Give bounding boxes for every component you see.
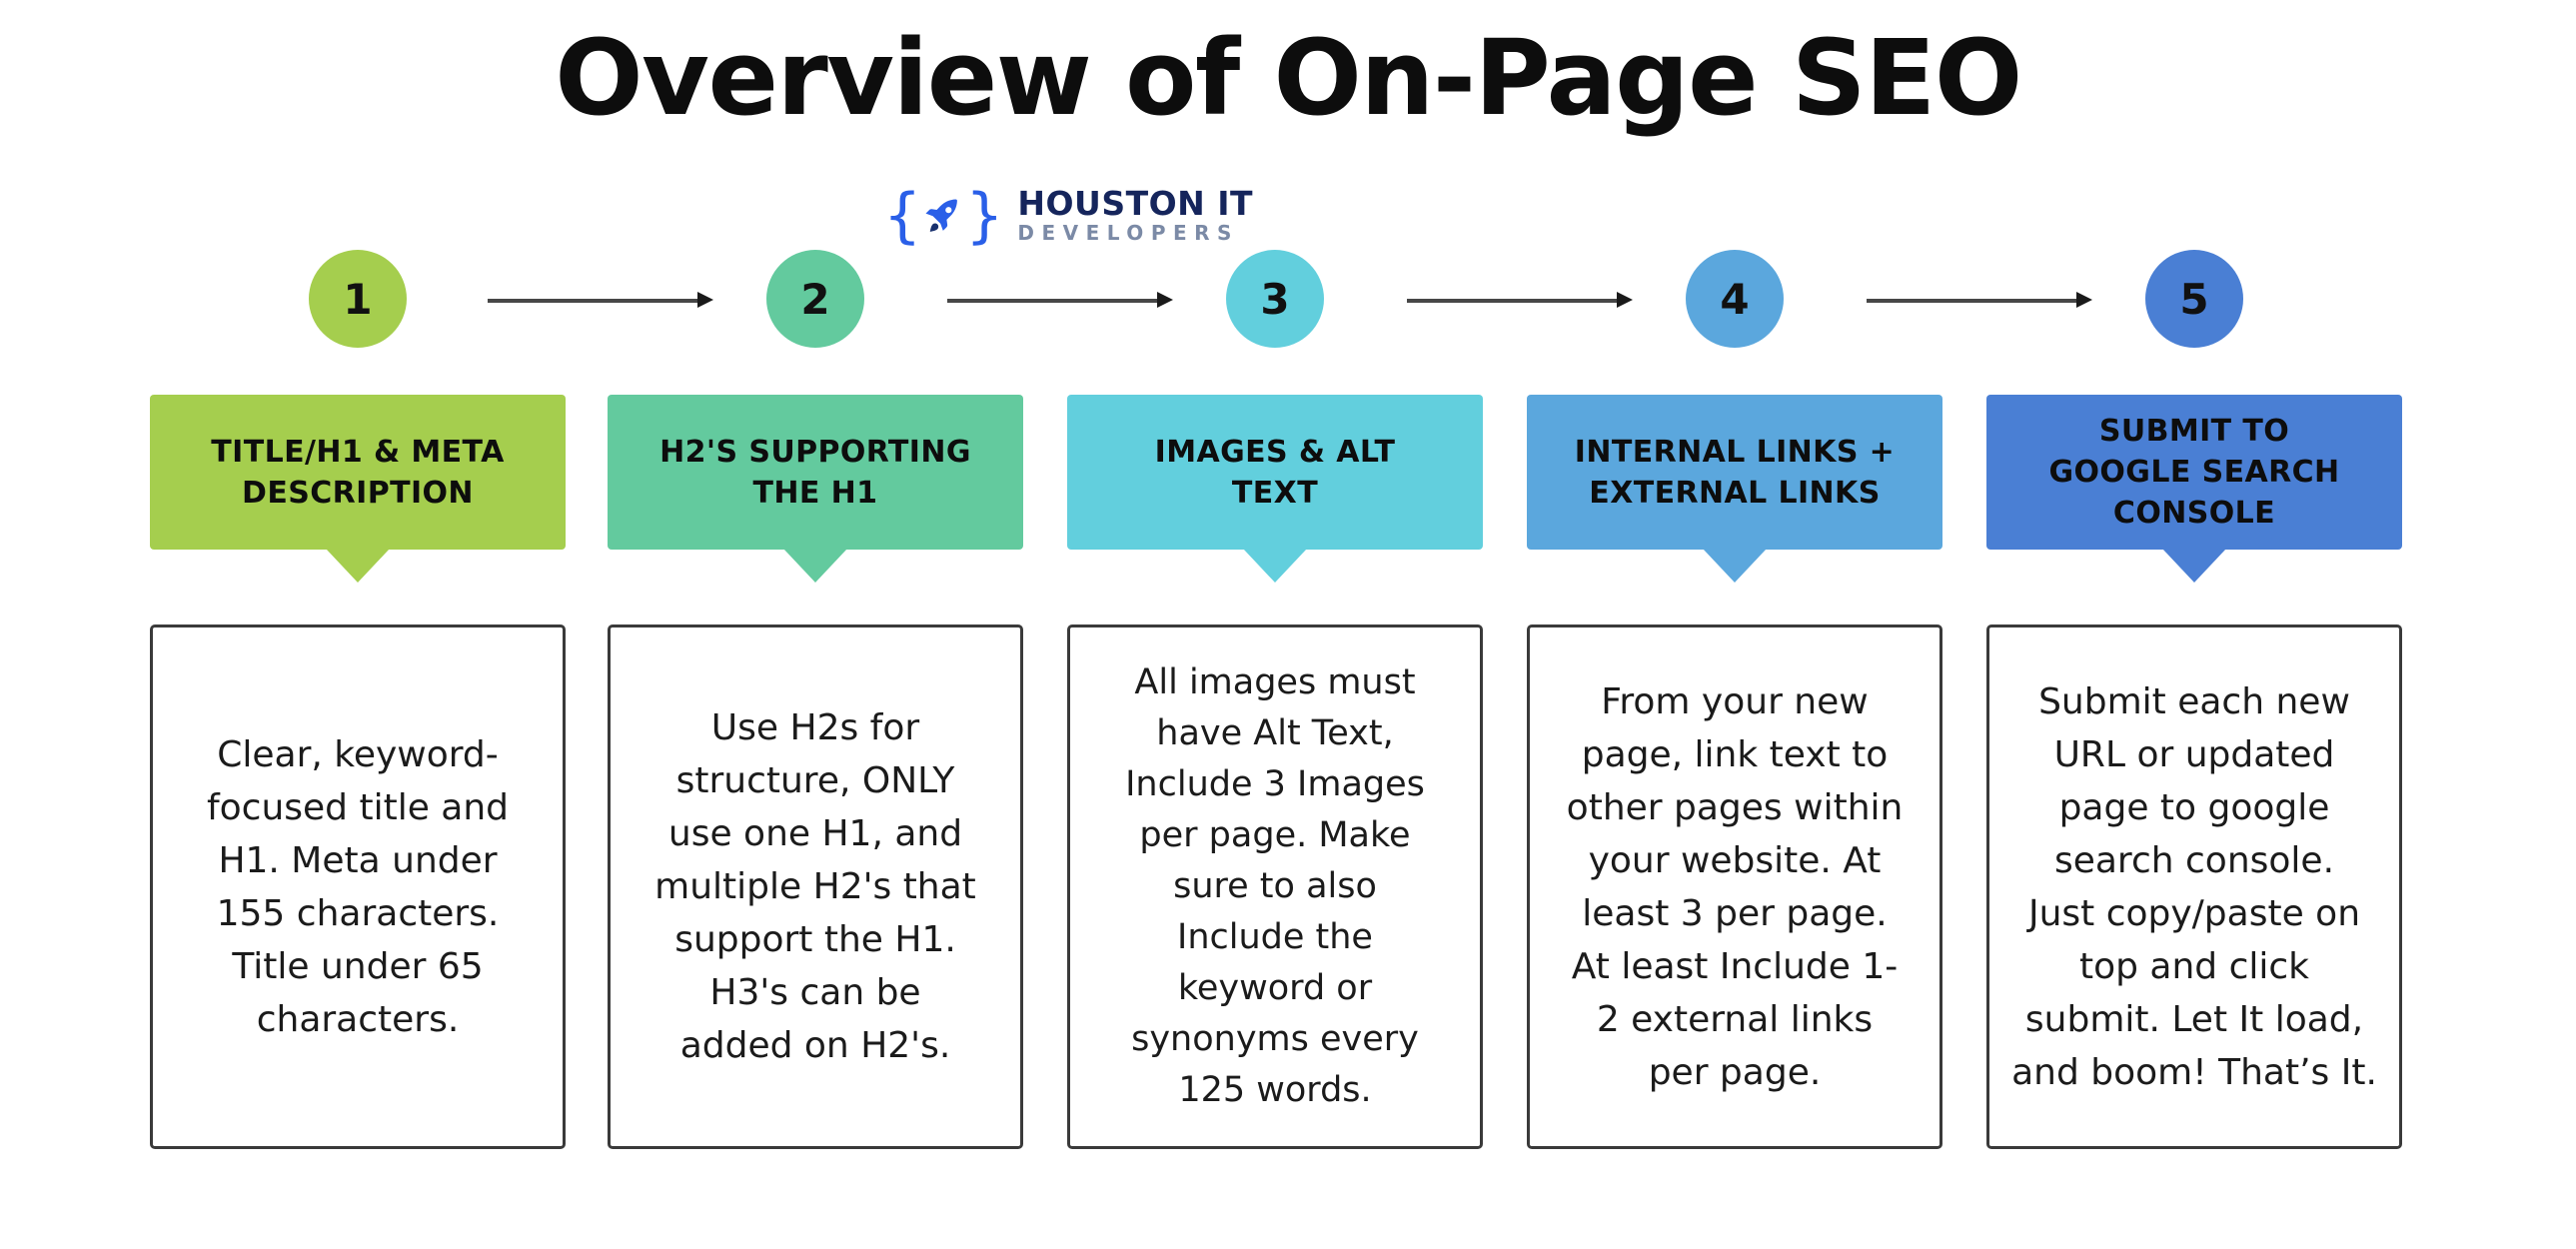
step-card-1: Clear, keyword- focused title and H1. Me… bbox=[150, 624, 566, 1149]
step-number-5: 5 bbox=[2179, 274, 2209, 324]
infographic-canvas: Overview of On-Page SEO { } HOUSTON IT D… bbox=[0, 0, 2576, 1249]
step-circle-4[interactable]: 4 bbox=[1686, 250, 1784, 348]
step-banner-label-3: IMAGES & ALT TEXT bbox=[1154, 434, 1396, 511]
brand-logo: { } HOUSTON IT DEVELOPERS bbox=[883, 180, 1253, 252]
step-banner-2[interactable]: H2'S SUPPORTING THE H1 bbox=[608, 395, 1023, 550]
step-card-text-3: All images must have Alt Text, Include 3… bbox=[1125, 662, 1425, 1110]
step-banner-1[interactable]: TITLE/H1 & META DESCRIPTION bbox=[150, 395, 566, 550]
arrow-4-to-5 bbox=[1867, 292, 2092, 308]
step-banner-label-2: H2'S SUPPORTING THE H1 bbox=[659, 434, 971, 511]
step-banner-tail-5 bbox=[2162, 549, 2226, 583]
arrow-line bbox=[947, 299, 1159, 303]
step-banner-4[interactable]: INTERNAL LINKS + EXTERNAL LINKS bbox=[1527, 395, 1942, 550]
step-banner-tail-1 bbox=[326, 549, 390, 583]
arrow-line bbox=[1407, 299, 1619, 303]
arrow-head-icon bbox=[1617, 292, 1633, 308]
page-title: Overview of On-Page SEO bbox=[555, 17, 2022, 139]
arrow-2-to-3 bbox=[947, 292, 1173, 308]
step-banner-tail-4 bbox=[1703, 549, 1767, 583]
step-banner-tail-2 bbox=[783, 549, 847, 583]
arrow-line bbox=[488, 299, 699, 303]
step-number-1: 1 bbox=[343, 274, 373, 324]
step-card-text-4: From your new page, link text to other p… bbox=[1566, 680, 1904, 1093]
step-circle-2[interactable]: 2 bbox=[766, 250, 864, 348]
brace-close-icon: } bbox=[965, 181, 1004, 251]
step-card-3: All images must have Alt Text, Include 3… bbox=[1067, 624, 1483, 1149]
step-circle-1[interactable]: 1 bbox=[309, 250, 407, 348]
arrow-head-icon bbox=[697, 292, 713, 308]
arrow-head-icon bbox=[1157, 292, 1173, 308]
step-number-2: 2 bbox=[800, 274, 830, 324]
step-number-4: 4 bbox=[1720, 274, 1750, 324]
step-number-3: 3 bbox=[1260, 274, 1290, 324]
logo-name-primary: HOUSTON IT bbox=[1017, 184, 1254, 223]
step-circle-5[interactable]: 5 bbox=[2145, 250, 2243, 348]
rocket-icon bbox=[921, 194, 965, 238]
step-banner-label-5: SUBMIT TO GOOGLE SEARCH CONSOLE bbox=[2048, 414, 2340, 531]
step-banner-tail-3 bbox=[1243, 549, 1307, 583]
logo-mark: { } bbox=[883, 183, 1003, 249]
step-banner-label-4: INTERNAL LINKS + EXTERNAL LINKS bbox=[1574, 434, 1896, 511]
arrow-3-to-4 bbox=[1407, 292, 1633, 308]
logo-name-secondary: DEVELOPERS bbox=[1017, 221, 1239, 245]
arrow-1-to-2 bbox=[488, 292, 713, 308]
step-card-text-1: Clear, keyword- focused title and H1. Me… bbox=[206, 733, 510, 1040]
step-banner-3[interactable]: IMAGES & ALT TEXT bbox=[1067, 395, 1483, 550]
step-card-5: Submit each new URL or updated page to g… bbox=[1986, 624, 2402, 1149]
step-circle-3[interactable]: 3 bbox=[1226, 250, 1324, 348]
step-card-2: Use H2s for structure, ONLY use one H1, … bbox=[608, 624, 1023, 1149]
step-banner-label-1: TITLE/H1 & META DESCRIPTION bbox=[211, 434, 505, 511]
step-card-text-5: Submit each new URL or updated page to g… bbox=[2011, 680, 2377, 1093]
brace-open-icon: { bbox=[883, 181, 922, 251]
step-card-text-2: Use H2s for structure, ONLY use one H1, … bbox=[654, 707, 976, 1066]
logo-wordmark: HOUSTON IT DEVELOPERS bbox=[1017, 184, 1253, 248]
arrow-line bbox=[1867, 299, 2078, 303]
step-card-4: From your new page, link text to other p… bbox=[1527, 624, 1942, 1149]
step-banner-5[interactable]: SUBMIT TO GOOGLE SEARCH CONSOLE bbox=[1986, 395, 2402, 550]
arrow-head-icon bbox=[2076, 292, 2092, 308]
